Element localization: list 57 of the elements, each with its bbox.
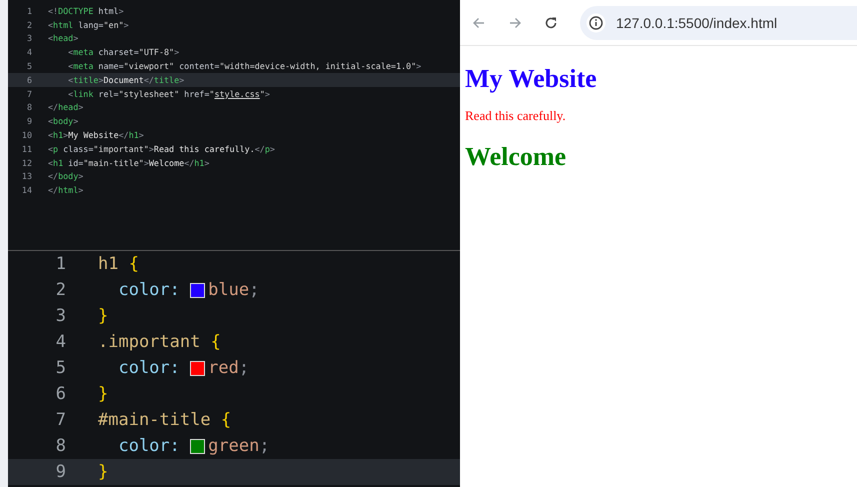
reload-icon[interactable] bbox=[544, 16, 558, 30]
code-line: <html lang="en"> bbox=[48, 20, 129, 30]
line-number: 9 bbox=[54, 462, 66, 482]
line-number: 4 bbox=[54, 332, 66, 352]
code-line: } bbox=[98, 462, 108, 482]
line-number: 10 bbox=[20, 130, 32, 140]
code-text: color: bbox=[117, 358, 181, 378]
page-heading: My Website bbox=[465, 64, 598, 94]
line-number: 14 bbox=[20, 185, 32, 196]
line-number: 3 bbox=[26, 33, 32, 44]
line-number: 2 bbox=[26, 20, 32, 30]
code-line: <!DOCTYPE html> bbox=[48, 6, 124, 16]
line-number: 13 bbox=[20, 171, 32, 182]
code-line: <meta name="viewport" content="width=device-width, initial-scale=1.0"> bbox=[67, 61, 422, 72]
line-number: 9 bbox=[26, 116, 32, 126]
line-number: 5 bbox=[26, 61, 32, 72]
page-heading: Welcome bbox=[465, 142, 568, 172]
line-number: 5 bbox=[54, 358, 66, 378]
code-line: <title>Document</title> bbox=[67, 74, 184, 85]
code-line: <h1 id="main-title">Welcome</h1> bbox=[48, 158, 210, 168]
line-number: 8 bbox=[26, 102, 32, 112]
line-number: 6 bbox=[54, 384, 66, 404]
line-number: 7 bbox=[26, 88, 32, 99]
line-number: 3 bbox=[54, 306, 66, 326]
address-bar[interactable]: 127.0.0.1:5500/index.html bbox=[580, 6, 857, 40]
forward-arrow-icon[interactable] bbox=[508, 16, 522, 30]
code-text: blue; bbox=[208, 280, 260, 300]
info-icon[interactable] bbox=[586, 12, 606, 32]
line-number: 12 bbox=[20, 158, 32, 168]
code-line: <body> bbox=[48, 116, 78, 126]
line-number: 11 bbox=[20, 144, 32, 154]
back-arrow-icon[interactable] bbox=[472, 16, 486, 30]
code-line: } bbox=[98, 384, 108, 404]
code-line: h1 { bbox=[98, 254, 139, 274]
code-line: </head> bbox=[48, 102, 84, 112]
code-line: <meta charset="UTF-8"> bbox=[67, 47, 180, 58]
code-text: red; bbox=[208, 358, 250, 378]
line-number: 6 bbox=[26, 74, 32, 85]
line-number: 1 bbox=[26, 6, 32, 16]
code-line: </html> bbox=[48, 185, 84, 196]
code-line: <link rel="stylesheet" href="style.css"> bbox=[67, 88, 270, 99]
line-number: 2 bbox=[54, 280, 66, 300]
code-text: green; bbox=[208, 436, 270, 456]
code-line: <h1>My Website</h1> bbox=[48, 130, 144, 140]
code-line: .important { bbox=[98, 332, 221, 352]
line-number: 4 bbox=[26, 47, 32, 58]
code-line: } bbox=[98, 306, 108, 326]
code-text: color: bbox=[117, 436, 181, 456]
code-line: <p class="important">Read this carefully.</p> bbox=[48, 144, 275, 154]
code-line: </body> bbox=[48, 171, 84, 182]
line-number: 1 bbox=[54, 254, 66, 274]
code-line: <head> bbox=[48, 33, 78, 44]
page-paragraph: Read this carefully. bbox=[465, 108, 567, 124]
line-number: 7 bbox=[54, 410, 66, 430]
code-text: color: bbox=[117, 280, 181, 300]
line-number: 8 bbox=[54, 436, 66, 456]
code-line: #main-title { bbox=[98, 410, 232, 430]
